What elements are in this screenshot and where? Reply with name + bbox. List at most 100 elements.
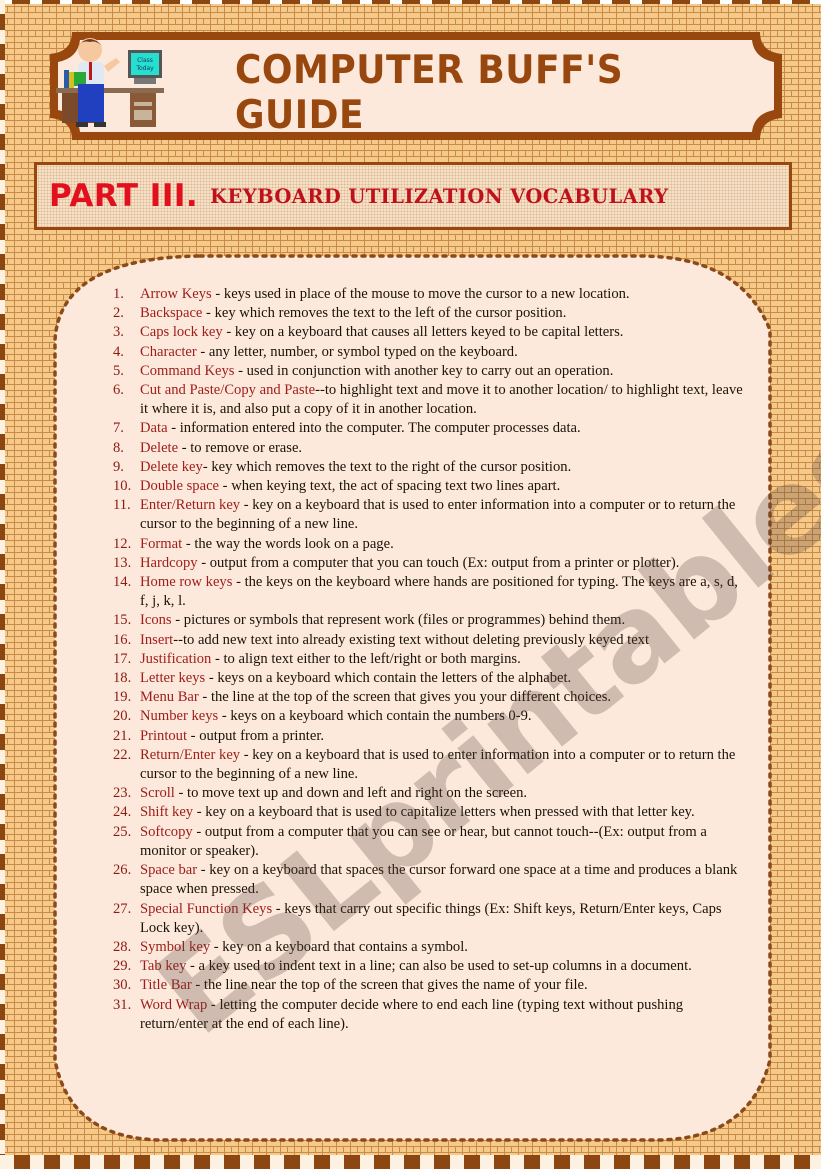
vocabulary-term: Double space: [140, 478, 220, 495]
vocabulary-item: 8. Delete - to remove or erase.: [110, 439, 750, 458]
vocabulary-term: Hardcopy: [140, 554, 198, 571]
vocabulary-definition: - output from a printer.: [187, 727, 325, 744]
vocabulary-item: 11. Enter/Return key - key on a keyboard …: [110, 496, 750, 534]
vocabulary-term: Justification: [140, 650, 212, 667]
item-number: 14.: [113, 574, 132, 591]
vocabulary-term: Word Wrap: [140, 996, 208, 1013]
teacher-at-desk-illustration: Class Today: [56, 38, 164, 127]
vocabulary-item: 5. Command Keys - used in conjunction wit…: [110, 362, 750, 381]
vocabulary-item: 19. Menu Bar - the line at the top of the…: [110, 688, 750, 707]
item-number: 20.: [113, 708, 132, 725]
vocabulary-item: 9. Delete key- key which removes the text…: [110, 458, 750, 477]
item-number: 26.: [113, 862, 132, 879]
item-number: 6.: [113, 382, 124, 399]
vocabulary-item: 15. Icons - pictures or symbols that repr…: [110, 611, 750, 630]
vocabulary-term: Insert: [140, 631, 174, 648]
vocabulary-term: Menu Bar: [140, 689, 199, 706]
vocabulary-term: Icons: [140, 612, 172, 629]
item-number: 4.: [113, 343, 124, 360]
item-number: 19.: [113, 689, 132, 706]
vocabulary-term: Home row keys: [140, 574, 233, 591]
vocabulary-term: Cut and Paste/Copy and Paste: [140, 382, 316, 399]
vocabulary-term: Scroll: [140, 785, 175, 802]
item-number: 9.: [113, 458, 124, 475]
monitor-sign-line-1: Class: [137, 57, 153, 64]
vocabulary-definition: - keys on a keyboard which contain the n…: [218, 708, 532, 725]
vocabulary-definition: - the line at the top of the screen that…: [198, 689, 612, 706]
vocabulary-definition: - key on a keyboard that causes all lett…: [222, 324, 624, 341]
vocabulary-definition: - a key used to indent text in a line; c…: [186, 958, 692, 975]
vocabulary-term: Letter keys: [140, 670, 206, 687]
vocabulary-item: 18. Letter keys - keys on a keyboard whic…: [110, 669, 750, 688]
vocabulary-definition: - to align text either to the left/right…: [211, 650, 521, 667]
vocabulary-item: 29. Tab key - a key used to indent text i…: [110, 957, 750, 976]
item-number: 5.: [113, 362, 124, 379]
vocabulary-definition: - key which removes the text to the righ…: [202, 458, 572, 475]
vocabulary-term: Data: [140, 420, 168, 437]
item-number: 18.: [113, 670, 132, 687]
vocabulary-term: Backspace: [140, 305, 203, 322]
vocabulary-item: 16. Insert--to add new text into already …: [110, 631, 750, 650]
vocabulary-definition: - any letter, number, or symbol typed on…: [196, 343, 518, 360]
vocabulary-item: 6. Cut and Paste/Copy and Paste--to highl…: [110, 381, 750, 419]
item-number: 23.: [113, 785, 132, 802]
item-number: 25.: [113, 823, 132, 840]
vocabulary-definition: - the line near the top of the screen th…: [191, 977, 588, 994]
vocabulary-definition: - to move text up and down and left and …: [174, 785, 528, 802]
vocabulary-term: Return/Enter key: [140, 746, 241, 763]
vocabulary-definition: - letting the computer decide where to e…: [140, 996, 684, 1032]
item-number: 7.: [113, 420, 124, 437]
vocabulary-list: 1. Arrow Keys - keys used in place of the…: [110, 285, 750, 1034]
item-number: 10.: [113, 478, 132, 495]
vocabulary-definition: - key on a keyboard that contains a symb…: [210, 938, 468, 955]
item-number: 15.: [113, 612, 132, 629]
item-number: 24.: [113, 804, 132, 821]
vocabulary-term: Arrow Keys: [140, 286, 212, 302]
vocabulary-term: Space bar: [140, 862, 198, 879]
item-number: 21.: [113, 727, 132, 744]
vocabulary-definition: - keys on a keyboard which contain the l…: [205, 670, 572, 687]
item-number: 2.: [113, 305, 124, 322]
item-number: 17.: [113, 650, 132, 667]
monitor-sign-line-2: Today: [135, 65, 154, 72]
vocabulary-definition: - output from a computer that you can se…: [140, 823, 707, 859]
item-number: 29.: [113, 958, 132, 975]
item-number: 12.: [113, 535, 132, 552]
vocabulary-term: Printout: [140, 727, 188, 744]
vocabulary-item: 30. Title Bar - the line near the top of …: [110, 976, 750, 995]
vocabulary-definition: - used in conjunction with another key t…: [234, 362, 614, 379]
vocabulary-item: 2. Backspace - key which removes the text…: [110, 304, 750, 323]
item-number: 22.: [113, 746, 132, 763]
vocabulary-definition: - the way the words look on a page.: [182, 535, 394, 552]
vocabulary-definition: - information entered into the computer.…: [167, 420, 581, 437]
vocabulary-term: Symbol key: [140, 938, 211, 955]
item-number: 1.: [113, 286, 124, 302]
vocabulary-item: 10. Double space - when keying text, the …: [110, 477, 750, 496]
item-number: 11.: [113, 497, 131, 514]
vocabulary-item: 28. Symbol key - key on a keyboard that c…: [110, 938, 750, 957]
vocabulary-term: Softcopy: [140, 823, 193, 840]
vocabulary-item: 21. Printout - output from a printer.: [110, 727, 750, 746]
header-plaque: Class Today Computer Buff's Guide: [50, 32, 782, 140]
vocabulary-definition: - to remove or erase.: [178, 439, 303, 456]
item-number: 31.: [113, 996, 132, 1013]
vocabulary-item: 13. Hardcopy - output from a computer tha…: [110, 554, 750, 573]
section-subtitle: KEYBOARD UTILIZATION VOCABULARY: [210, 184, 669, 208]
vocabulary-definition: --to add new text into already existing …: [173, 631, 650, 648]
vocabulary-term: Command Keys: [140, 362, 235, 379]
vocabulary-definition: - when keying text, the act of spacing t…: [219, 478, 561, 495]
vocabulary-definition: - key on a keyboard that spaces the curs…: [140, 862, 738, 898]
guide-title: Computer Buff's Guide: [235, 47, 624, 139]
vocabulary-item: 1. Arrow Keys - keys used in place of the…: [110, 285, 750, 304]
vocabulary-item: 25. Softcopy - output from a computer tha…: [110, 823, 750, 861]
vocabulary-definition: - key on a keyboard that is used to capi…: [193, 804, 695, 821]
part-label: PART III.: [49, 178, 199, 214]
item-number: 13.: [113, 554, 132, 571]
vocabulary-definition: - output from a computer that you can to…: [197, 554, 680, 571]
vocabulary-definition: - pictures or symbols that represent wor…: [171, 612, 626, 629]
vocabulary-term: Caps lock key: [140, 324, 223, 341]
page-edge-top: [0, 0, 821, 4]
vocabulary-item: 17. Justification - to align text either …: [110, 650, 750, 669]
item-number: 28.: [113, 938, 132, 955]
vocabulary-item: 31. Word Wrap - letting the computer deci…: [110, 996, 750, 1034]
